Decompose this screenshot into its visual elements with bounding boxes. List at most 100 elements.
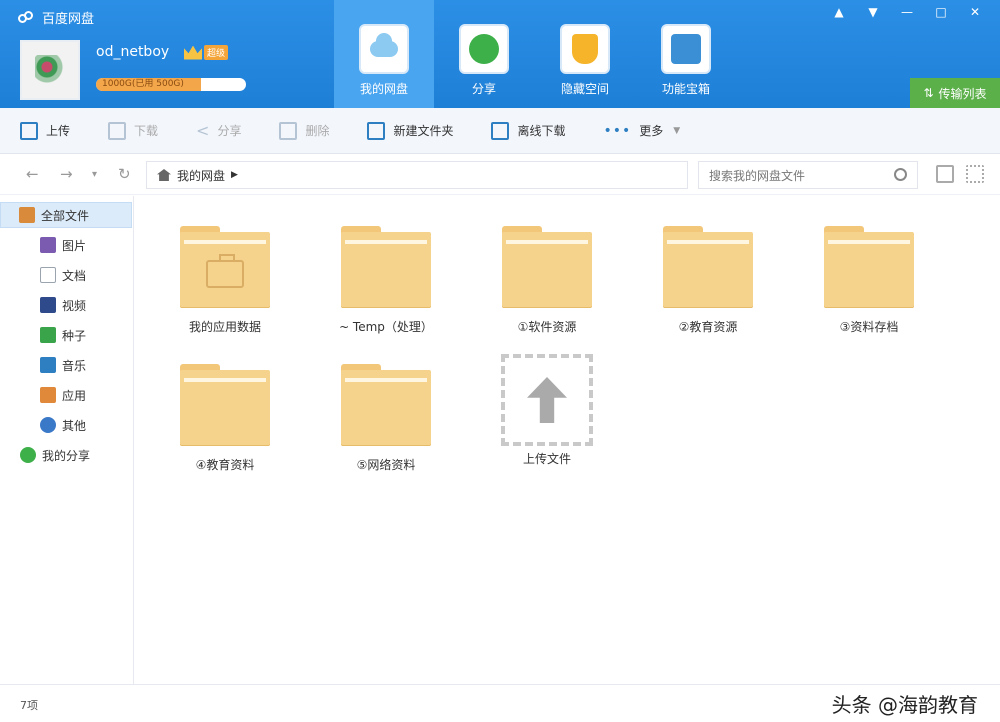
share-button[interactable]: < 分享	[196, 121, 241, 140]
sidebar-item-documents[interactable]: 文档	[0, 262, 86, 288]
avatar[interactable]	[20, 40, 80, 100]
folder-icon	[341, 364, 431, 446]
share-icon	[459, 24, 509, 74]
upload-button[interactable]: 上传	[20, 121, 71, 140]
maximize-button[interactable]: □	[924, 2, 958, 22]
watermark: 头条 @海韵教育	[831, 693, 978, 717]
lock-icon	[560, 24, 610, 74]
tab-toolbox[interactable]: 功能宝箱	[636, 0, 736, 108]
folder-name: ②教育资源	[678, 320, 738, 334]
download-button[interactable]: 下载	[108, 121, 159, 140]
search-icon[interactable]	[894, 168, 907, 181]
sidebar-item-my-shares[interactable]: 我的分享	[0, 442, 90, 468]
folder-icon	[19, 207, 35, 223]
search-input[interactable]: 搜索我的网盘文件	[698, 161, 918, 189]
item-count: 7项	[20, 699, 38, 712]
address-bar: ← → ▾ ↻ 我的网盘 ▶ 搜索我的网盘文件	[0, 155, 1000, 195]
tab-label: 我的网盘	[359, 82, 408, 96]
sidebar-item-label: 我的分享	[42, 448, 91, 463]
sidebar-item-label: 其他	[62, 418, 87, 433]
vip-badge[interactable]: 超级	[184, 45, 229, 60]
share-icon	[20, 447, 36, 463]
share-label: 分享	[217, 124, 242, 138]
breadcrumb[interactable]: 我的网盘 ▶	[146, 161, 688, 189]
app-title-text: 百度网盘	[42, 12, 95, 27]
history-dropdown-icon[interactable]: ▾	[92, 169, 97, 180]
tab-my-disk[interactable]: 我的网盘	[334, 0, 434, 108]
folder-name: ⑤网络资料	[356, 458, 416, 472]
upload-label: 上传	[46, 124, 71, 138]
folder-item[interactable]: 我的应用数据	[155, 226, 295, 335]
username[interactable]: od_netboy	[96, 44, 169, 60]
new-folder-label: 新建文件夹	[393, 124, 454, 138]
toolbox-icon	[661, 24, 711, 74]
cloud-icon	[359, 24, 409, 74]
video-icon	[40, 297, 56, 313]
sidebar-item-apps[interactable]: 应用	[0, 382, 86, 408]
offline-download-button[interactable]: 离线下载	[491, 121, 566, 140]
folder-name: ①软件资源	[517, 320, 577, 334]
window-controls: ▲ ▼ — □ ✕	[822, 2, 992, 22]
sidebar-item-label: 应用	[62, 388, 87, 403]
sidebar-item-torrents[interactable]: 种子	[0, 322, 86, 348]
app-folder-icon	[180, 226, 270, 308]
tab-hidden-space[interactable]: 隐藏空间	[535, 0, 635, 108]
breadcrumb-arrow-icon[interactable]: ▶	[231, 170, 238, 180]
menu-dropdown-icon[interactable]: ▼	[856, 2, 890, 22]
folder-item[interactable]: ~ Temp（处理）	[316, 226, 456, 335]
upload-file-label: 上传文件	[522, 452, 571, 466]
folder-icon	[502, 226, 592, 308]
folder-name: ④教育资料	[195, 458, 255, 472]
delete-button[interactable]: 删除	[279, 121, 329, 140]
folder-icon	[663, 226, 753, 308]
minimize-button[interactable]: —	[890, 2, 924, 22]
folder-item[interactable]: ⑤网络资料	[316, 364, 456, 473]
upload-dropzone[interactable]	[501, 354, 593, 446]
list-view-icon[interactable]	[936, 165, 954, 183]
sidebar-item-music[interactable]: 音乐	[0, 352, 86, 378]
more-caret-icon[interactable]: ▼	[673, 126, 680, 136]
sidebar-item-label: 全部文件	[41, 208, 90, 223]
sidebar-item-label: 视频	[62, 298, 87, 313]
skin-icon[interactable]: ▲	[822, 2, 856, 22]
sidebar-item-label: 文档	[62, 268, 87, 283]
breadcrumb-item[interactable]: 我的网盘	[177, 167, 225, 184]
folder-name: ~ Temp（处理）	[339, 320, 433, 334]
folder-item[interactable]: ③资料存档	[799, 226, 939, 335]
file-grid: 我的应用数据 ~ Temp（处理） ①软件资源 ②教育资源 ③资料存档 ④教育资…	[135, 196, 1000, 684]
home-icon[interactable]	[157, 169, 171, 181]
sidebar-item-other[interactable]: 其他	[0, 412, 86, 438]
search-placeholder: 搜索我的网盘文件	[709, 168, 806, 183]
sidebar-item-all-files[interactable]: 全部文件	[0, 202, 132, 228]
upload-file-tile[interactable]: 上传文件	[477, 354, 617, 467]
transfer-icon: ⇅	[923, 86, 934, 100]
folder-item[interactable]: ②教育资源	[638, 226, 778, 335]
folder-item[interactable]: ①软件资源	[477, 226, 617, 335]
close-button[interactable]: ✕	[958, 2, 992, 22]
tab-share[interactable]: 分享	[434, 0, 534, 108]
new-folder-icon	[367, 121, 386, 140]
new-folder-button[interactable]: 新建文件夹	[367, 121, 454, 140]
music-icon	[40, 357, 56, 373]
tab-label: 分享	[471, 82, 496, 96]
folder-item[interactable]: ④教育资料	[155, 364, 295, 473]
sidebar-item-images[interactable]: 图片	[0, 232, 86, 258]
download-icon	[108, 121, 127, 140]
app-header: 百度网盘 ▲ ▼ — □ ✕ od_netboy 超级 1000G(已用 500…	[0, 0, 1000, 108]
other-icon	[40, 417, 56, 433]
forward-icon[interactable]: →	[60, 165, 73, 183]
status-bar: 7项 头条 @海韵教育	[0, 684, 1000, 722]
upload-arrow-icon	[527, 377, 567, 423]
refresh-icon[interactable]: ↻	[118, 165, 131, 183]
crown-icon	[184, 45, 202, 60]
more-button[interactable]: ••• 更多	[604, 122, 664, 139]
folder-name: ③资料存档	[839, 320, 899, 334]
sidebar-item-videos[interactable]: 视频	[0, 292, 86, 318]
transfer-list-button[interactable]: ⇅ 传输列表	[910, 78, 1000, 108]
grid-view-icon[interactable]	[966, 165, 984, 183]
storage-quota-text: 1000G(已用 500G)	[102, 79, 184, 89]
tab-label: 隐藏空间	[560, 82, 609, 96]
back-icon[interactable]: ←	[26, 165, 39, 183]
share-icon: <	[196, 121, 210, 140]
download-label: 下载	[134, 124, 159, 138]
